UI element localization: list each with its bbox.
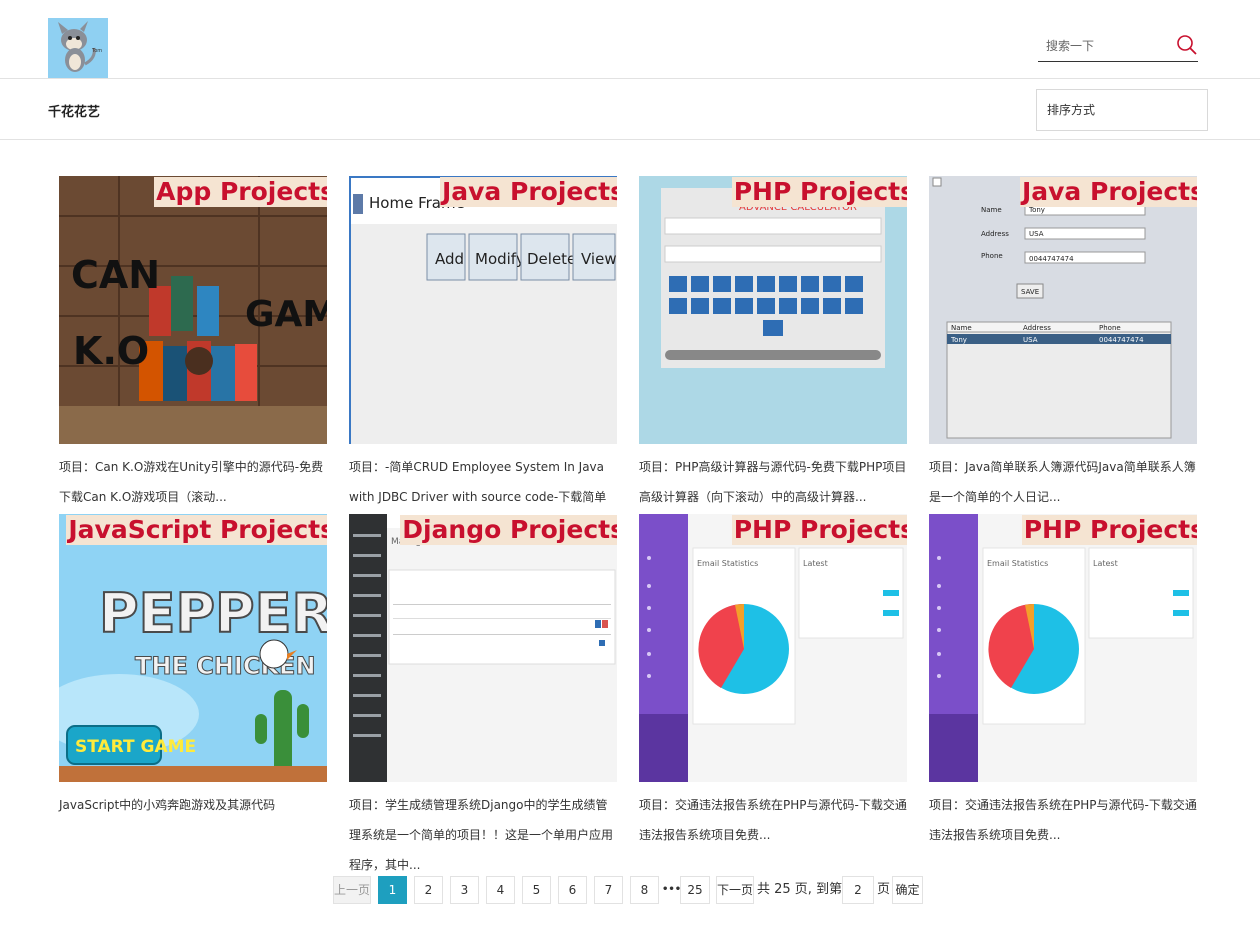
page-button-6[interactable]: 6	[558, 876, 587, 904]
java-home-frame-image: Home Frame Add Modify Delete View	[349, 176, 617, 444]
category-tag: PHP Projects	[731, 177, 907, 207]
category-tag: PHP Projects	[1021, 515, 1197, 545]
page-button-8[interactable]: 8	[630, 876, 659, 904]
category-tag: Java Projects	[1019, 177, 1197, 207]
project-description[interactable]: 项目：-简单CRUD Employee System In Java with …	[349, 452, 619, 512]
project-description[interactable]: 项目：学生成绩管理系统Django中的学生成绩管理系统是一个简单的项目！！这是一…	[349, 790, 619, 880]
svg-text:0044747474: 0044747474	[1029, 255, 1074, 263]
svg-text:View: View	[581, 250, 617, 268]
next-page-button[interactable]: 下一页	[716, 876, 754, 904]
search-input[interactable]	[1046, 36, 1171, 56]
page-button-4[interactable]: 4	[486, 876, 515, 904]
svg-text:Tony: Tony	[950, 336, 967, 344]
site-logo[interactable]: Tom	[48, 18, 108, 78]
java-contact-book-image: Name Address Phone Tony USA 0044747474 S…	[929, 176, 1197, 444]
svg-text:Tony: Tony	[1028, 206, 1045, 214]
page-button-1[interactable]: 1	[378, 876, 407, 904]
svg-text:Latest: Latest	[1093, 559, 1118, 568]
category-tag: Java Projects	[439, 177, 617, 207]
site-header: Tom	[0, 0, 1260, 79]
svg-text:K.O: K.O	[73, 329, 149, 373]
prev-page-button[interactable]: 上一页	[333, 876, 371, 904]
svg-text:Address: Address	[981, 230, 1009, 238]
svg-text:Email Statistics: Email Statistics	[987, 559, 1048, 568]
project-thumbnail[interactable]: PEPPER THE CHICKEN START GAME JavaScript…	[59, 514, 327, 782]
project-thumbnail[interactable]: Email Statistics Latest PHP Projects	[929, 514, 1197, 782]
page-button-5[interactable]: 5	[522, 876, 551, 904]
project-thumbnail[interactable]: Name Address Phone Tony USA 0044747474 S…	[929, 176, 1197, 444]
project-description[interactable]: 项目：交通违法报告系统在PHP与源代码-下载交通违法报告系统项目免费...	[639, 790, 909, 850]
category-tag: JavaScript Projects	[66, 515, 327, 545]
project-description[interactable]: 项目：Java简单联系人簿源代码Java简单联系人簿是一个简单的个人日记...	[929, 452, 1199, 512]
project-description[interactable]: 项目：Can K.O游戏在Unity引擎中的源代码-免费下载Can K.O游戏项…	[59, 452, 329, 512]
category-tag: Django Projects	[400, 515, 617, 545]
pagination-total: 共 25 页, 到第	[757, 882, 843, 897]
svg-text:USA: USA	[1023, 336, 1038, 344]
category-title: 千花花艺	[48, 105, 101, 120]
cat-mascot-icon: Tom	[48, 18, 108, 78]
category-tag: App Projects	[154, 177, 327, 207]
can-ko-game-image: CAN K.O GAME	[59, 176, 327, 444]
svg-text:Latest: Latest	[803, 559, 828, 568]
category-bar: 千花花艺 排序方式	[0, 79, 1260, 140]
svg-text:Name: Name	[951, 324, 972, 332]
svg-text:Address: Address	[1023, 324, 1051, 332]
project-description[interactable]: 项目：交通违法报告系统在PHP与源代码-下载交通违法报告系统项目免费...	[929, 790, 1199, 850]
svg-text:0044747474: 0044747474	[1099, 336, 1144, 344]
svg-text:Modify: Modify	[475, 250, 525, 268]
project-description[interactable]: 项目：PHP高级计算器与源代码-免费下载PHP项目高级计算器（向下滚动）中的高级…	[639, 452, 909, 512]
svg-text:Email Statistics: Email Statistics	[697, 559, 758, 568]
project-thumbnail[interactable]: CAN K.O GAME App Projects	[59, 176, 327, 444]
project-thumbnail[interactable]: Email Statistics Latest PHP Projects	[639, 514, 907, 782]
svg-text:Tom: Tom	[91, 48, 102, 54]
page-button-3[interactable]: 3	[450, 876, 479, 904]
svg-text:CAN: CAN	[71, 253, 160, 297]
goto-page-input[interactable]	[842, 876, 874, 904]
project-thumbnail[interactable]: ADVANCE CALCULATOR PHP Projects	[639, 176, 907, 444]
pagination-ellipsis: •••	[662, 884, 682, 895]
goto-confirm-button[interactable]: 确定	[892, 876, 923, 904]
php-traffic-dashboard-image: Email Statistics Latest	[929, 514, 1197, 782]
php-traffic-dashboard-image: Email Statistics Latest	[639, 514, 907, 782]
project-thumbnail[interactable]: Home Frame Add Modify Delete View Java P…	[349, 176, 617, 444]
svg-text:Name: Name	[981, 206, 1002, 214]
project-description[interactable]: JavaScript中的小鸡奔跑游戏及其源代码	[59, 790, 329, 820]
svg-text:Phone: Phone	[981, 252, 1003, 260]
category-tag: PHP Projects	[731, 515, 907, 545]
php-calculator-image: ADVANCE CALCULATOR	[639, 176, 907, 444]
svg-text:Add: Add	[435, 250, 464, 268]
svg-text:SAVE: SAVE	[1021, 288, 1039, 296]
search-box	[1038, 30, 1198, 62]
page-button-last[interactable]: 25	[680, 876, 710, 904]
sort-dropdown[interactable]: 排序方式	[1036, 89, 1208, 131]
svg-text:USA: USA	[1029, 230, 1044, 238]
page-unit-label: 页	[877, 882, 891, 897]
svg-text:START GAME: START GAME	[75, 737, 196, 757]
svg-text:Phone: Phone	[1099, 324, 1121, 332]
pepper-chicken-game-image: PEPPER THE CHICKEN START GAME	[59, 514, 327, 782]
svg-text:PEPPER: PEPPER	[99, 582, 327, 645]
project-thumbnail[interactable]: Manage Students Django Projects	[349, 514, 617, 782]
django-student-system-image: Manage Students	[349, 514, 617, 782]
svg-text:GAME: GAME	[245, 294, 327, 335]
svg-text:Delete: Delete	[527, 250, 576, 268]
search-icon[interactable]	[1176, 34, 1198, 56]
page-button-2[interactable]: 2	[414, 876, 443, 904]
page-button-7[interactable]: 7	[594, 876, 623, 904]
